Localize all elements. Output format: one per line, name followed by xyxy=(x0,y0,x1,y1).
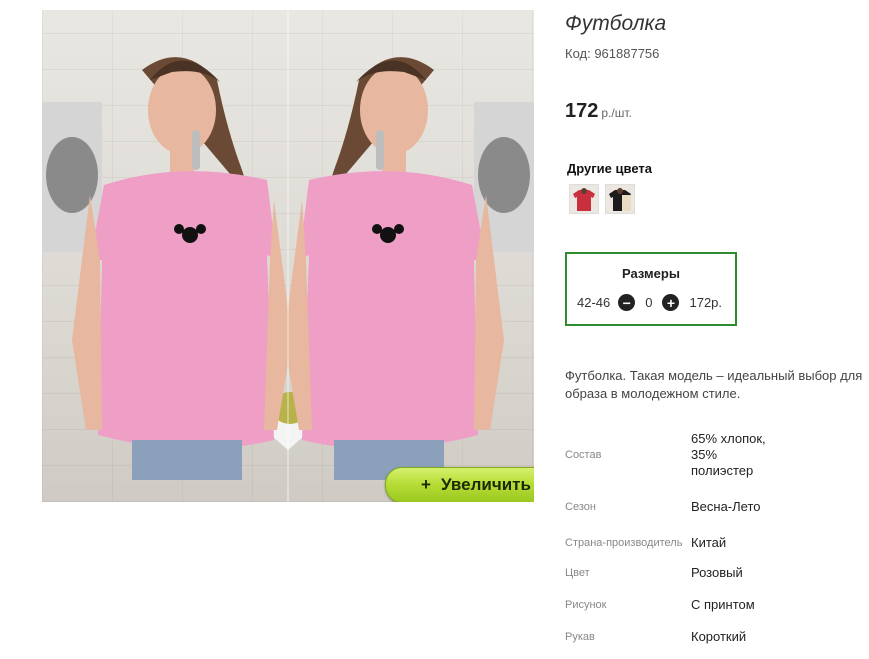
size-row: 42-46 − 0 + 172р. xyxy=(577,294,722,311)
black-tshirt-thumbnail[interactable] xyxy=(605,184,635,214)
spec-value: Короткий xyxy=(691,629,747,644)
spec-row: Страна-производитель Китай xyxy=(565,527,771,559)
spec-row: Состав 65% хлопок, 35% полиэстер xyxy=(565,423,771,487)
spec-row: Сезон Весна-Лето xyxy=(565,487,771,527)
other-colors-title: Другие цвета xyxy=(567,161,652,176)
plus-circle-icon[interactable]: + xyxy=(662,294,680,311)
product-code: Код: 961887756 xyxy=(565,46,660,61)
product-title: Футболка xyxy=(565,12,667,35)
spec-key: Цвет xyxy=(565,567,590,579)
specs-table: Состав 65% хлопок, 35% полиэстер Сезон В… xyxy=(565,423,771,651)
spec-value: Весна-Лето xyxy=(691,499,761,514)
spec-value: С принтом xyxy=(691,597,755,612)
spec-row: Рисунок С принтом xyxy=(565,587,771,623)
spec-key: Рукав xyxy=(565,631,595,643)
spec-value: Китай xyxy=(691,535,727,550)
quantity-value[interactable]: 0 xyxy=(645,295,652,310)
product-description: Футболка. Такая модель – идеальный выбор… xyxy=(565,368,863,401)
zoom-button[interactable]: + Увеличить xyxy=(385,467,534,502)
red-tshirt-thumbnail[interactable] xyxy=(569,184,599,214)
size-price: 172р. xyxy=(689,295,723,310)
sizes-panel: Размеры 42-46 − 0 + 172р. xyxy=(565,252,737,326)
spec-value: Розовый xyxy=(691,565,743,580)
product-price: 172 р./шт. xyxy=(565,100,632,123)
price-unit: р./шт. xyxy=(601,106,632,120)
spec-value: 65% хлопок, 35% полиэстер xyxy=(691,431,766,478)
minus-icon[interactable]: − xyxy=(618,294,636,311)
spec-row: Цвет Розовый xyxy=(565,559,771,587)
spec-key: Рисунок xyxy=(565,599,607,611)
product-image[interactable]: + Увеличить xyxy=(42,10,534,502)
photo-divider xyxy=(287,10,289,502)
zoom-button-label: Увеличить xyxy=(440,475,531,494)
spec-key: Сезон xyxy=(565,501,596,513)
size-label: 42-46 xyxy=(577,295,611,310)
sizes-title: Размеры xyxy=(622,266,680,281)
plus-icon: + xyxy=(421,475,431,494)
spec-row: Рукав Короткий xyxy=(565,623,771,651)
price-value: 172 xyxy=(565,100,599,122)
color-swatches xyxy=(569,184,635,214)
spec-key: Страна-производитель xyxy=(565,537,683,549)
spec-key: Состав xyxy=(565,449,602,461)
